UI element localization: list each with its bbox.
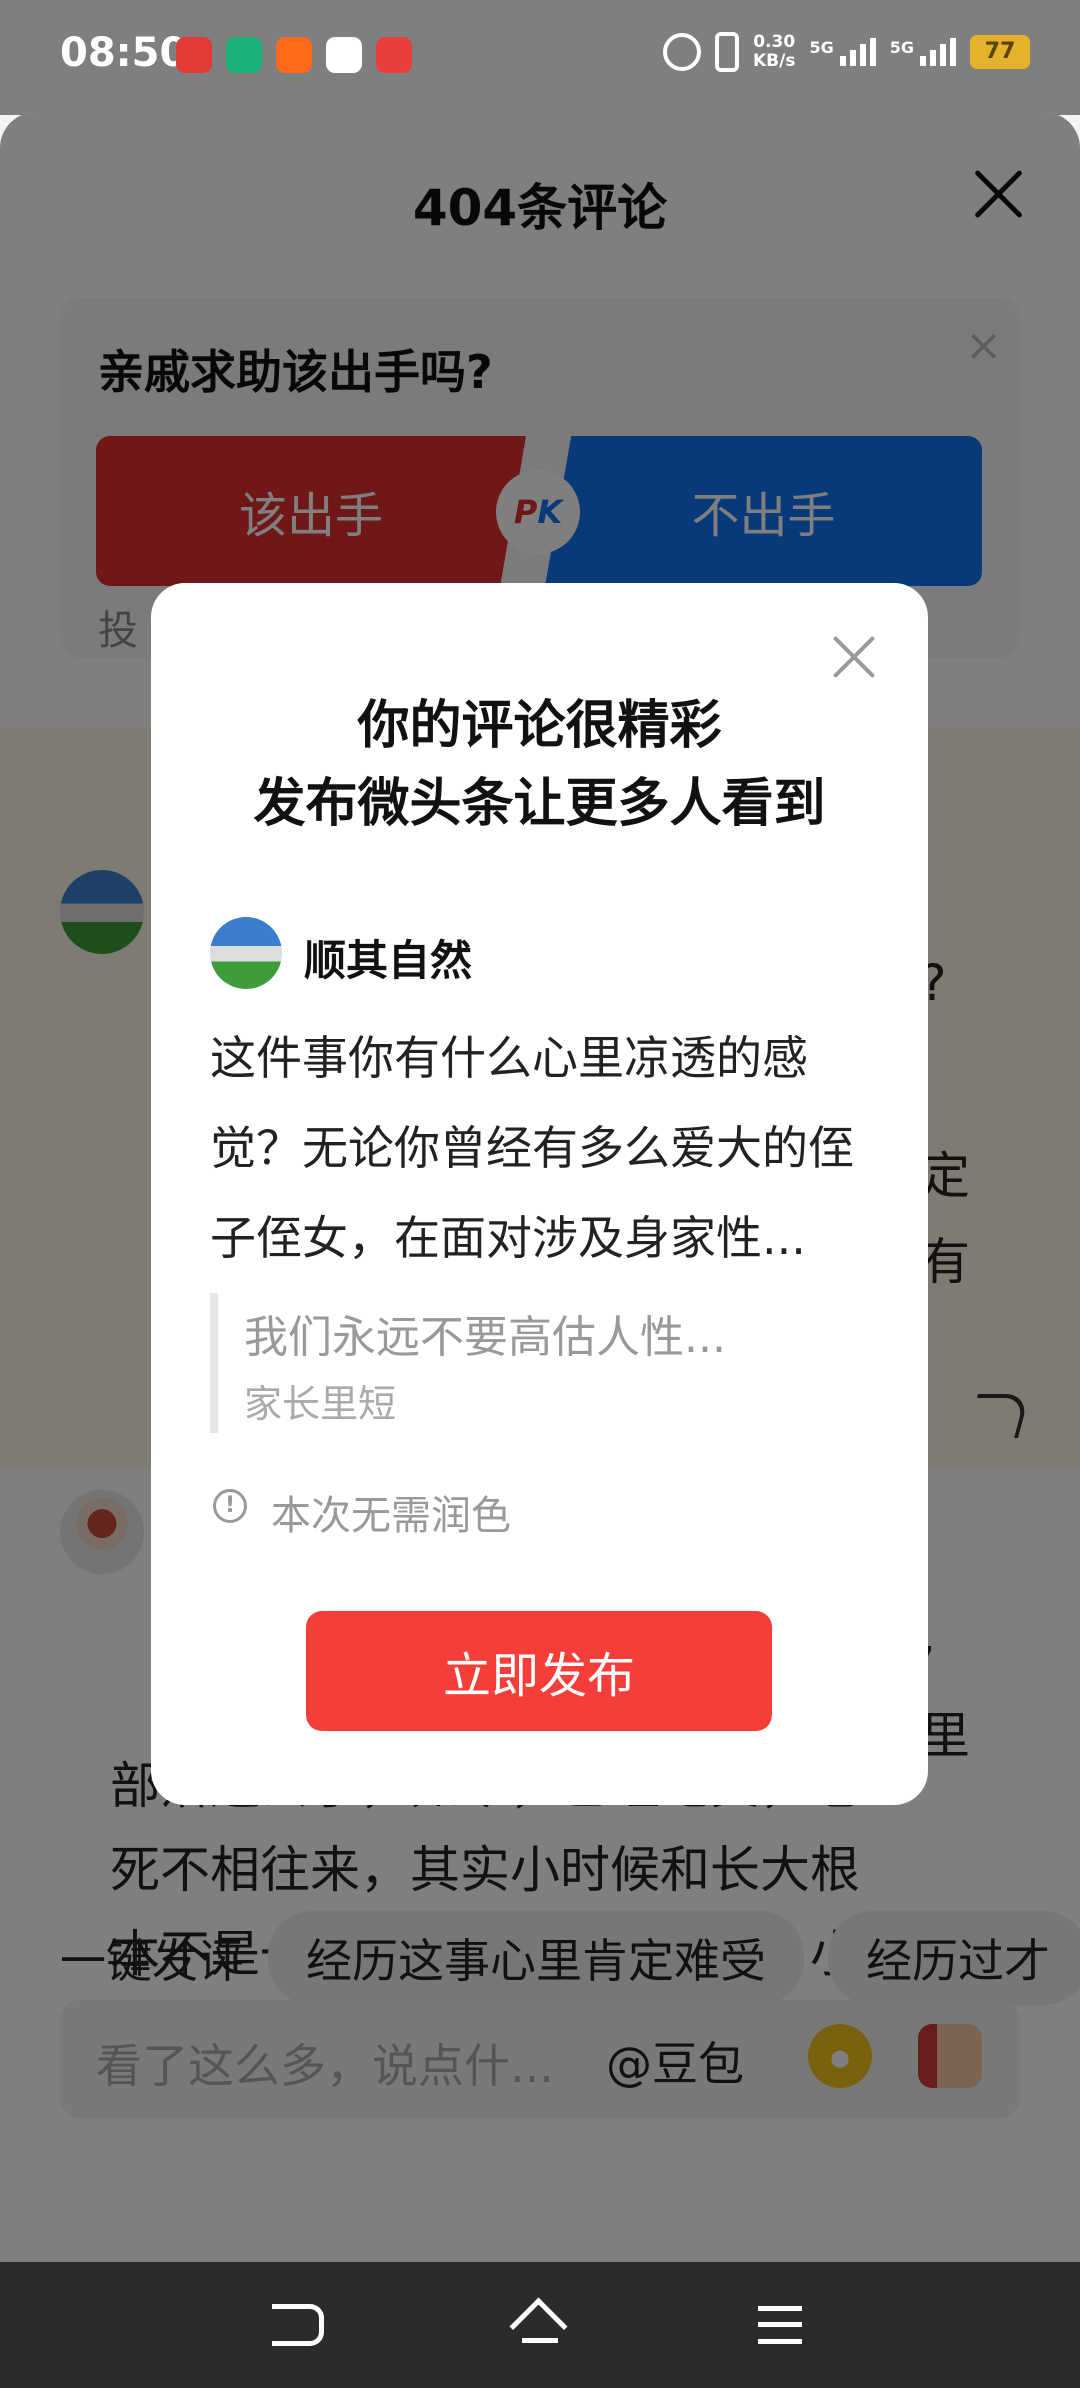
comment-body: 这件事你有什么心里凉透的感觉？无论你曾经有多么爱大的侄子侄女，在面对涉及身家性.… <box>210 1031 854 1265</box>
publish-button[interactable]: 立即发布 <box>306 1611 772 1731</box>
publish-dialog: 你的评论很精彩 发布微头条让更多人看到 顺其自然 这件事你有什么心里凉透的感觉？… <box>151 583 928 1805</box>
net-speed: 0.30 KB/s <box>753 32 796 71</box>
quoted-title: 我们永远不要高估人性... <box>244 1312 726 1363</box>
status-bar: 08:50 0.30 KB/s 5G 5G 77 <box>0 0 1080 115</box>
alarm-icon <box>663 33 701 71</box>
avatar <box>210 917 282 989</box>
kuaishou-app-icon <box>276 37 312 73</box>
author-name: 顺其自然 <box>304 936 473 985</box>
close-icon[interactable] <box>832 635 876 679</box>
signal-icon: 5G <box>809 38 876 66</box>
clock: 08:50 <box>60 30 188 76</box>
polish-note: 本次无需润色 <box>271 1493 511 1539</box>
signal-icon: 5G <box>890 38 956 66</box>
music-app-icon <box>326 37 362 73</box>
menu-icon[interactable] <box>758 2306 802 2344</box>
status-indicators: 0.30 KB/s 5G 5G 77 <box>663 32 1030 72</box>
dialog-title: 你的评论很精彩 <box>357 696 722 756</box>
vibrate-icon <box>715 32 739 72</box>
battery-icon: 77 <box>970 35 1030 69</box>
system-nav-bar <box>0 2262 1080 2388</box>
quoted-article[interactable]: 我们永远不要高估人性... 家长里短 <box>210 1293 858 1433</box>
weibo-app-icon <box>376 37 412 73</box>
home-icon[interactable] <box>514 2304 566 2350</box>
toutiao-app-icon <box>176 37 212 73</box>
info-icon: ! <box>213 1489 247 1523</box>
notification-icons <box>176 37 412 73</box>
quoted-source: 家长里短 <box>244 1382 397 1426</box>
shield-app-icon <box>226 37 262 73</box>
back-icon[interactable] <box>272 2304 324 2346</box>
dialog-subtitle: 发布微头条让更多人看到 <box>253 774 826 834</box>
